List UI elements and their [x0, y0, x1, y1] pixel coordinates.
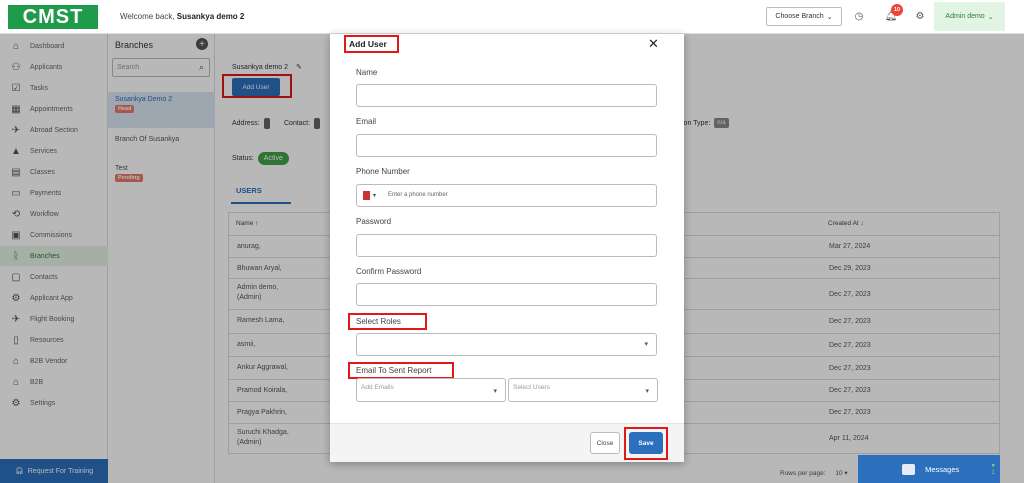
name-input[interactable]	[356, 84, 657, 107]
chevron-down-icon: ▾	[373, 193, 377, 199]
select-users-placeholder: Select Users	[513, 384, 550, 391]
messages-count: ● 1	[991, 462, 996, 476]
email-report-label: Email To Sent Report	[356, 366, 432, 375]
logo-text: CMST	[22, 5, 84, 28]
welcome-prefix: Welcome back,	[120, 12, 175, 21]
roles-label: Select Roles	[356, 317, 401, 326]
messages-label: Messages	[925, 464, 960, 474]
add-emails-select[interactable]: Add Emails ▾	[356, 378, 506, 402]
password-input[interactable]	[356, 234, 657, 257]
chevron-down-icon: ▾	[645, 388, 649, 395]
highlight-box	[624, 427, 668, 460]
chat-icon	[902, 463, 916, 475]
country-select[interactable]: ▾	[363, 191, 376, 200]
history-icon[interactable]: ◷	[853, 10, 865, 22]
admin-label: Admin demo	[945, 13, 985, 20]
gear-icon[interactable]: ⚙	[914, 10, 926, 22]
messages-count-value: 1	[991, 469, 995, 476]
confirm-password-input[interactable]	[356, 283, 657, 306]
select-users-select[interactable]: Select Users ▾	[508, 378, 658, 402]
chevron-down-icon: ⌄	[826, 13, 833, 21]
admin-menu[interactable]: Admin demo ⌄	[934, 2, 1005, 31]
chevron-down-icon: ⌄	[987, 13, 994, 21]
notification-badge: 10	[891, 4, 903, 16]
password-label: Password	[356, 217, 392, 226]
welcome-user: Susankya demo 2	[176, 12, 245, 21]
chevron-down-icon: ▾	[493, 388, 497, 395]
welcome-text: Welcome back, Susankya demo 2	[120, 12, 244, 21]
chevron-down-icon: ▾	[644, 341, 648, 348]
modal-title: Add User	[344, 35, 399, 53]
nepal-flag-icon	[363, 191, 370, 200]
choose-branch-label: Choose Branch	[775, 13, 824, 20]
choose-branch-dropdown[interactable]: Choose Branch ⌄	[766, 7, 842, 26]
phone-input[interactable]: ▾ Enter a phone number	[356, 184, 657, 207]
confirm-password-label: Confirm Password	[356, 267, 422, 276]
add-emails-placeholder: Add Emails	[361, 384, 394, 391]
close-button[interactable]: Close	[590, 432, 620, 454]
roles-select[interactable]: ▾	[356, 333, 657, 356]
email-input[interactable]	[356, 134, 657, 157]
phone-placeholder: Enter a phone number	[388, 192, 448, 198]
email-label: Email	[356, 117, 377, 126]
close-icon[interactable]: ✕	[648, 36, 659, 52]
phone-label: Phone Number	[356, 167, 410, 176]
messages-widget[interactable]: Messages ● 1	[858, 455, 1000, 483]
name-label: Name	[356, 68, 378, 77]
cmst-logo[interactable]: CMST	[8, 5, 98, 29]
